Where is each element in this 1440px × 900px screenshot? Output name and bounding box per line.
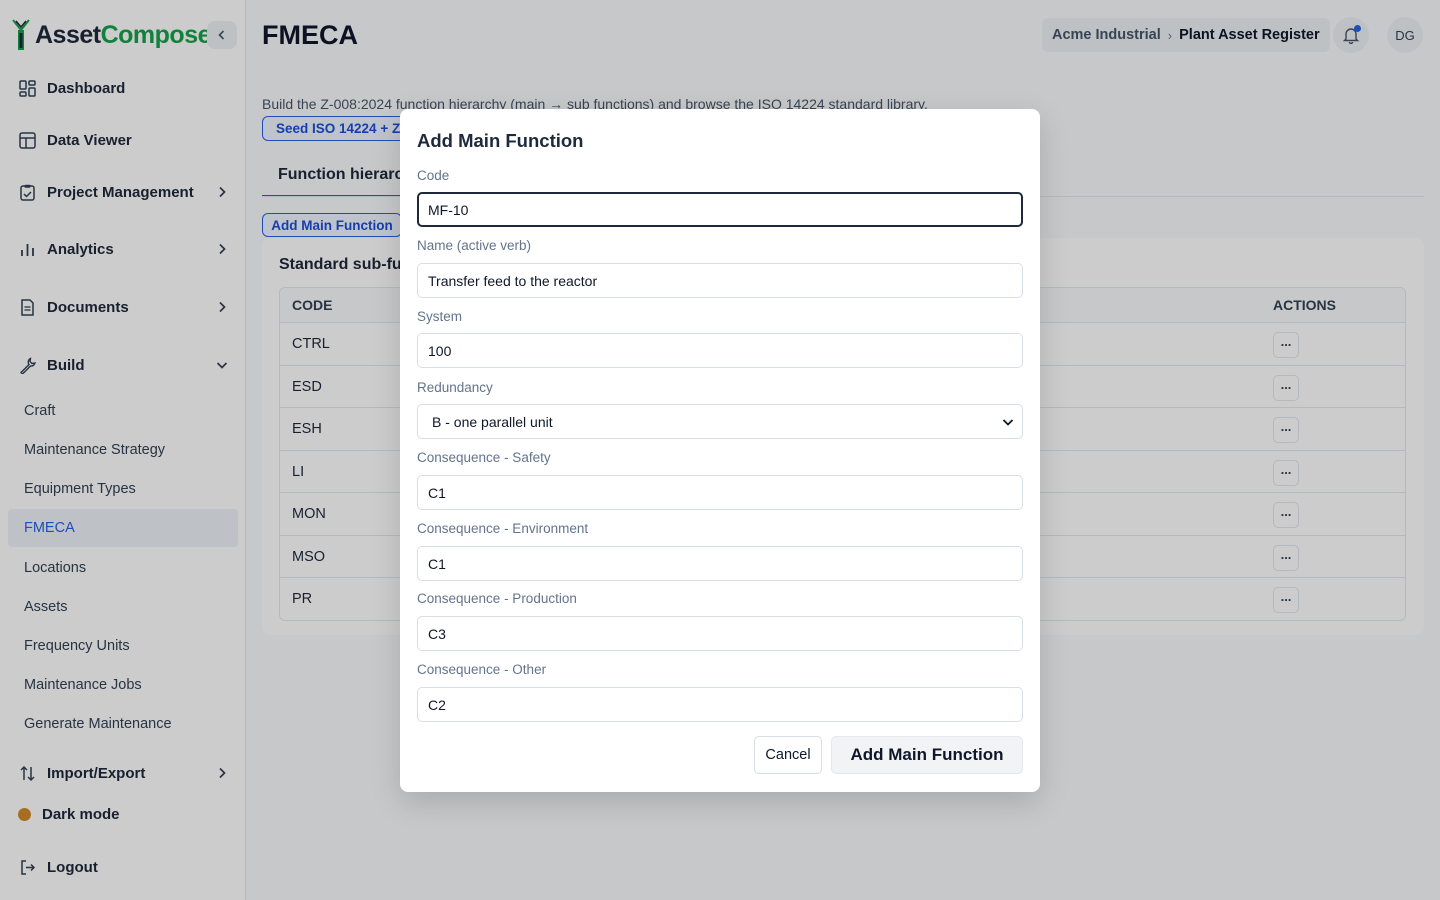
redundancy-selected-value: B - one parallel unit [432,413,553,430]
production-label: Consequence - Production [417,591,577,606]
consequence-environment-field[interactable]: C1 [417,546,1023,581]
name-field[interactable]: Transfer feed to the reactor [417,263,1023,298]
name-label: Name (active verb) [417,238,532,253]
chevron-down-icon [1002,418,1014,426]
system-label: System [417,309,463,324]
code-label: Code [417,168,450,183]
environment-label: Consequence - Environment [417,521,589,536]
consequence-production-field[interactable]: C3 [417,616,1023,651]
consequence-safety-field[interactable]: C1 [417,475,1023,510]
add-main-function-dialog: Add Main Function Code MF-10 Name (activ… [400,109,1040,792]
redundancy-label: Redundancy [417,380,493,395]
system-field[interactable]: 100 [417,333,1023,368]
other-label: Consequence - Other [417,662,547,677]
safety-label: Consequence - Safety [417,450,551,465]
cancel-button[interactable]: Cancel [754,736,822,774]
submit-add-main-function-button[interactable]: Add Main Function [831,736,1023,774]
consequence-other-field[interactable]: C2 [417,687,1023,722]
redundancy-select[interactable]: B - one parallel unit [417,404,1023,439]
dialog-title: Add Main Function [417,130,584,151]
code-field[interactable]: MF-10 [417,192,1023,227]
